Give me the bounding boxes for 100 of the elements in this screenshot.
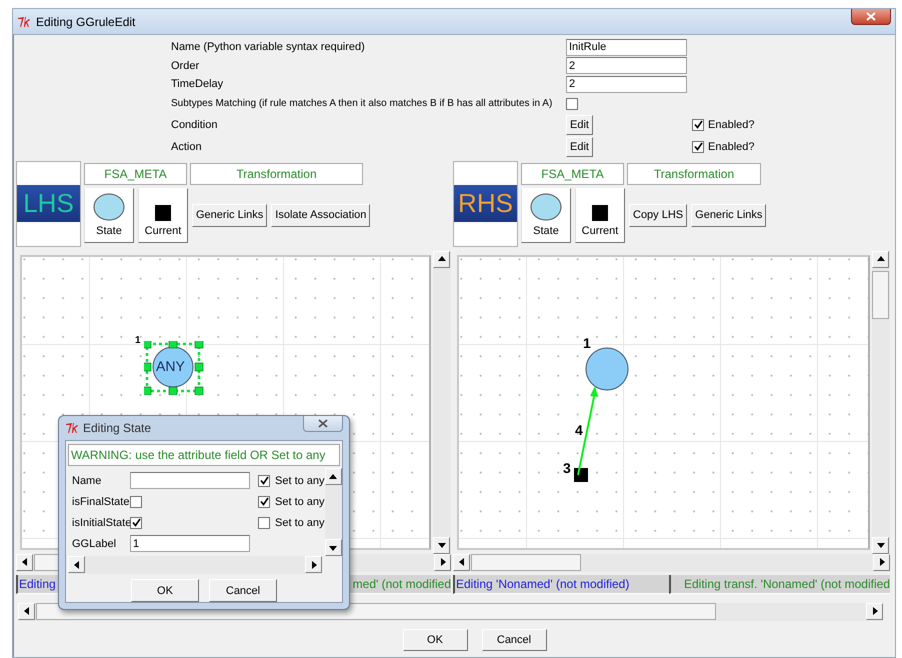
dialog-title: Editing State xyxy=(83,421,152,435)
palette-button[interactable]: Generic Links xyxy=(691,204,766,226)
field-label: Subtypes Matching (if rule matches A then it also matches B if B has all attributes in A) xyxy=(171,97,554,111)
horizontal-scrollbar[interactable] xyxy=(453,554,890,572)
scroll-right-button[interactable] xyxy=(305,556,322,573)
scroll-down-button[interactable] xyxy=(324,539,342,556)
vertical-scrollbar[interactable] xyxy=(872,250,890,554)
scroll-thumb[interactable] xyxy=(872,270,889,318)
link-number: 4 xyxy=(575,422,583,438)
checkbox-label: Set to any xyxy=(275,516,325,528)
scroll-up-button[interactable] xyxy=(324,468,342,485)
field-label: TimeDelay xyxy=(171,77,224,92)
side-logo: LHS xyxy=(17,185,80,222)
tool-button[interactable]: Current xyxy=(575,188,625,242)
palette-button[interactable]: Generic Links xyxy=(192,204,268,226)
vertical-scrollbar[interactable] xyxy=(324,468,342,556)
up-arrow-icon xyxy=(876,254,886,264)
down-arrow-icon xyxy=(876,540,886,550)
checkbox[interactable] xyxy=(258,496,270,508)
scroll-left-button[interactable] xyxy=(453,554,470,570)
scroll-up-button[interactable] xyxy=(433,250,450,268)
checkbox-label: Enabled? xyxy=(708,118,754,130)
close-button[interactable] xyxy=(303,416,343,432)
checkbox[interactable] xyxy=(258,516,270,528)
node-number: 1 xyxy=(583,334,591,350)
dialog-button[interactable]: OK xyxy=(402,628,468,650)
checkbox[interactable] xyxy=(258,474,270,486)
square-icon xyxy=(592,204,608,220)
attribute-label: isFinalState xyxy=(72,494,130,510)
check-icon xyxy=(694,120,702,129)
close-button[interactable] xyxy=(851,9,891,25)
field-label: Name (Python variable syntax required) xyxy=(171,40,366,56)
scroll-left-button[interactable] xyxy=(16,554,33,570)
app-icon xyxy=(17,16,31,28)
check-icon xyxy=(132,518,140,527)
input-field[interactable]: 2 xyxy=(566,57,687,74)
check-icon xyxy=(260,497,268,506)
node-number: 1 xyxy=(135,334,141,346)
scroll-right-button[interactable] xyxy=(434,554,451,570)
left-arrow-icon xyxy=(20,557,30,567)
status-text: Editing 'Nonamed' (not modified) xyxy=(453,574,669,594)
tool-button[interactable]: State xyxy=(84,188,134,242)
input-field[interactable] xyxy=(130,472,250,489)
tool-button[interactable]: Current xyxy=(138,188,188,242)
metamodel-tab[interactable]: Transformation xyxy=(190,162,363,184)
edit-button[interactable]: Edit xyxy=(566,114,593,134)
checkbox-label: Enabled? xyxy=(708,140,754,152)
left-arrow-icon xyxy=(456,557,466,567)
checkbox-label: Set to any xyxy=(275,474,325,486)
scroll-left-button[interactable] xyxy=(18,602,35,620)
field-label: Condition xyxy=(171,118,218,132)
scroll-thumb[interactable] xyxy=(471,554,581,570)
attribute-label: isInitialState xyxy=(72,516,130,530)
app-icon xyxy=(65,422,79,434)
vertical-scrollbar[interactable] xyxy=(433,250,451,554)
checkbox[interactable] xyxy=(130,516,142,528)
scroll-down-button[interactable] xyxy=(433,536,450,554)
input-field[interactable]: InitRule xyxy=(566,38,687,56)
state-node[interactable] xyxy=(144,340,204,394)
metamodel-tab[interactable]: Transformation xyxy=(627,162,761,184)
edit-button[interactable]: Edit xyxy=(566,136,593,156)
side-logo: RHS xyxy=(454,185,517,222)
input-field[interactable]: 1 xyxy=(130,535,250,552)
dialog-button[interactable]: OK xyxy=(131,579,199,602)
checkbox-label: Set to any xyxy=(275,496,325,508)
horizontal-scrollbar[interactable] xyxy=(68,556,322,574)
input-field[interactable]: 2 xyxy=(566,76,687,93)
palette-button[interactable]: Isolate Association xyxy=(271,204,370,226)
up-arrow-icon xyxy=(436,254,446,264)
scroll-right-button[interactable] xyxy=(873,554,890,570)
check-icon xyxy=(694,142,702,151)
left-arrow-icon xyxy=(72,560,82,570)
checkbox[interactable] xyxy=(566,98,578,110)
field-label: Action xyxy=(171,140,203,154)
scroll-down-button[interactable] xyxy=(872,536,889,554)
status-text: Editing transf. 'Nonamed' (not modified xyxy=(669,574,890,594)
palette-button[interactable]: Copy LHS xyxy=(629,204,688,226)
current-node[interactable] xyxy=(574,468,588,482)
attribute-label: Name xyxy=(72,474,102,488)
graph-canvas[interactable]: 1 3 4 xyxy=(457,254,870,550)
metamodel-tab[interactable]: FSA_META xyxy=(521,162,624,184)
tool-button[interactable]: State xyxy=(521,188,571,242)
scroll-up-button[interactable] xyxy=(872,250,889,268)
dialog-button[interactable]: Cancel xyxy=(482,628,546,650)
metamodel-tab[interactable]: FSA_META xyxy=(84,162,187,184)
dialog-button[interactable]: Cancel xyxy=(209,579,277,602)
checkbox[interactable] xyxy=(130,496,142,508)
square-icon xyxy=(155,204,171,220)
field-label: Order xyxy=(171,58,200,74)
node-label: ANY xyxy=(156,358,185,374)
checkbox[interactable] xyxy=(692,118,704,130)
scroll-left-button[interactable] xyxy=(68,556,85,573)
check-icon xyxy=(260,476,268,485)
attribute-label: GGLabel xyxy=(72,536,118,552)
circle-icon xyxy=(530,192,562,220)
checkbox[interactable] xyxy=(692,140,704,152)
left-arrow-icon xyxy=(22,606,32,616)
up-arrow-icon xyxy=(328,472,338,482)
scroll-right-button[interactable] xyxy=(866,602,883,620)
window-title: Editing GGruleEdit xyxy=(36,14,136,28)
